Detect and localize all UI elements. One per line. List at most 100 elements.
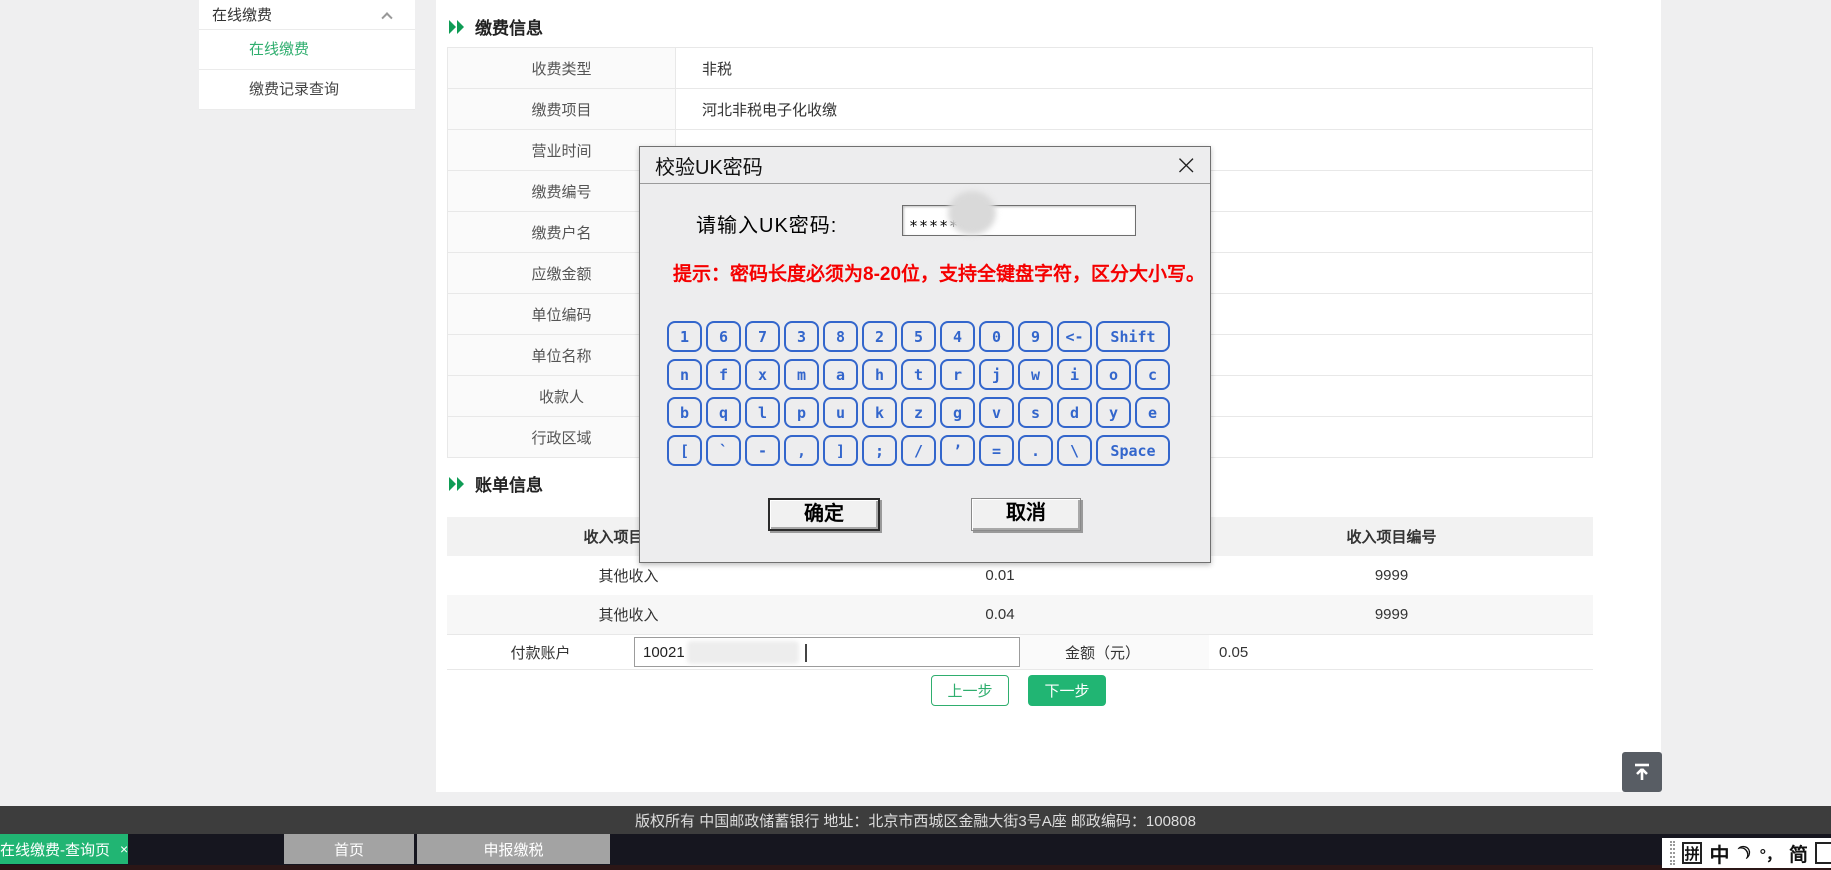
taskbar-tab[interactable]: 首页 (284, 834, 414, 864)
key-p[interactable]: p (784, 397, 819, 428)
key-f[interactable]: f (706, 359, 741, 390)
key-4[interactable]: 4 (940, 321, 975, 352)
ime-toolbar: 拼 中 ☽ °， 简 (1662, 838, 1831, 868)
account-number-redaction (687, 641, 799, 664)
key-c[interactable]: c (1135, 359, 1170, 390)
key-t[interactable]: t (901, 359, 936, 390)
previous-step-button[interactable]: 上一步 (931, 675, 1009, 706)
tab-label: 在线缴费-查询页 (0, 839, 110, 860)
copyright-text: 版权所有 中国邮政储蓄银行 地址：北京市西城区金融大街3号A座 邮政编码：100… (635, 810, 1196, 831)
payment-info-title-text: 缴费信息 (475, 14, 543, 39)
payment-info-row: 收费类型非税 (447, 48, 1593, 89)
tab-label: 申报缴税 (483, 839, 543, 860)
next-step-button[interactable]: 下一步 (1028, 675, 1106, 706)
key-/[interactable]: / (901, 435, 936, 466)
payment-info-row: 缴费项目河北非税电子化收缴 (447, 89, 1593, 130)
ok-button[interactable]: 确定 (768, 498, 880, 531)
key-y[interactable]: y (1096, 397, 1131, 428)
key-2[interactable]: 2 (862, 321, 897, 352)
bill-cell: 9999 (1190, 606, 1593, 623)
key-][interactable]: ] (823, 435, 858, 466)
key-6[interactable]: 6 (706, 321, 741, 352)
sidebar: 在线缴费 在线缴费 缴费记录查询 (199, 0, 415, 110)
key-,[interactable]: , (784, 435, 819, 466)
close-icon[interactable]: × (1175, 148, 1198, 182)
password-label: 请输入UK密码: (696, 209, 837, 238)
pinyin-mode-icon[interactable]: 拼 (1682, 842, 1703, 864)
key-9[interactable]: 9 (1018, 321, 1053, 352)
key-8[interactable]: 8 (823, 321, 858, 352)
key-<-[interactable]: <- (1057, 321, 1092, 352)
cancel-button[interactable]: 取消 (971, 498, 1081, 531)
arrow-up-to-bar-icon (1632, 762, 1652, 782)
sidebar-group-label: 在线缴费 (212, 4, 272, 25)
key-x[interactable]: x (745, 359, 780, 390)
key-g[interactable]: g (940, 397, 975, 428)
key-q[interactable]: q (706, 397, 741, 428)
key-m[interactable]: m (784, 359, 819, 390)
key-5[interactable]: 5 (901, 321, 936, 352)
key-\[interactable]: \ (1057, 435, 1092, 466)
key-a[interactable]: a (823, 359, 858, 390)
text-cursor (805, 644, 807, 662)
sidebar-item-online-payment[interactable]: 在线缴费 (199, 30, 415, 70)
key-j[interactable]: j (979, 359, 1014, 390)
payment-account-label: 付款账户 (447, 642, 634, 663)
key-Shift[interactable]: Shift (1096, 321, 1170, 352)
key-o[interactable]: o (1096, 359, 1131, 390)
key-h[interactable]: h (862, 359, 897, 390)
key-=[interactable]: = (979, 435, 1014, 466)
taskbar: 首页 申报缴税 在线缴费-查询页 × (0, 834, 1831, 870)
key-k[interactable]: k (862, 397, 897, 428)
sidebar-group-online-payment[interactable]: 在线缴费 (199, 0, 415, 30)
bill-cell: 9999 (1190, 567, 1593, 584)
key-n[interactable]: n (667, 359, 702, 390)
bill-info-title-text: 账单信息 (475, 471, 543, 496)
back-to-top-button[interactable] (1622, 752, 1662, 792)
key-Space[interactable]: Space (1096, 435, 1170, 466)
verify-uk-password-dialog: 校验UK密码 × 请输入UK密码: ****** 提示：密码长度必须为8-20位… (639, 146, 1211, 563)
chevron-up-icon (381, 12, 392, 23)
keyboard-row: 1673825409<-Shift (667, 321, 1170, 352)
key-u[interactable]: u (823, 397, 858, 428)
simplified-mode-icon[interactable]: 简 (1789, 840, 1808, 867)
key-z[interactable]: z (901, 397, 936, 428)
key-0[interactable]: 0 (979, 321, 1014, 352)
tab-close-icon[interactable]: × (120, 841, 128, 857)
key-3[interactable]: 3 (784, 321, 819, 352)
key-i[interactable]: i (1057, 359, 1092, 390)
copyright-footer: 版权所有 中国邮政储蓄银行 地址：北京市西城区金融大街3号A座 邮政编码：100… (0, 806, 1831, 834)
chinese-mode-icon[interactable]: 中 (1709, 839, 1729, 868)
key-7[interactable]: 7 (745, 321, 780, 352)
key-[[interactable]: [ (667, 435, 702, 466)
key-`[interactable]: ` (706, 435, 741, 466)
key--[interactable]: - (745, 435, 780, 466)
row-label: 缴费项目 (448, 89, 676, 129)
key-d[interactable]: d (1057, 397, 1092, 428)
bill-info-title: 账单信息 (449, 471, 543, 496)
key-s[interactable]: s (1018, 397, 1053, 428)
sidebar-item-payment-records[interactable]: 缴费记录查询 (199, 70, 415, 110)
key-e[interactable]: e (1135, 397, 1170, 428)
keyboard-row: nfxmahtrjwioc (667, 359, 1170, 390)
key-v[interactable]: v (979, 397, 1014, 428)
key-l[interactable]: l (745, 397, 780, 428)
key-w[interactable]: w (1018, 359, 1053, 390)
ime-extra-icon[interactable] (1815, 842, 1831, 864)
drag-handle-icon[interactable] (1670, 841, 1675, 865)
payment-account-input[interactable]: 10021 (634, 637, 1020, 667)
punctuation-mode-icon[interactable]: °， (1760, 841, 1782, 865)
key-.[interactable]: . (1018, 435, 1053, 466)
desktop-edge (0, 865, 1831, 870)
payment-account-row: 付款账户 10021 金额（元） 0.05 (447, 634, 1593, 670)
key-;[interactable]: ; (862, 435, 897, 466)
key-r[interactable]: r (940, 359, 975, 390)
taskbar-tab[interactable]: 申报缴税 (417, 834, 610, 864)
key-b[interactable]: b (667, 397, 702, 428)
taskbar-tab[interactable]: 在线缴费-查询页 × (0, 834, 128, 864)
key-1[interactable]: 1 (667, 321, 702, 352)
key-’[interactable]: ’ (940, 435, 975, 466)
bill-row: 其他收入0.049999 (447, 595, 1593, 634)
uk-password-input[interactable]: ****** (902, 205, 1136, 236)
fullwidth-mode-icon[interactable]: ☽ (1732, 840, 1758, 866)
